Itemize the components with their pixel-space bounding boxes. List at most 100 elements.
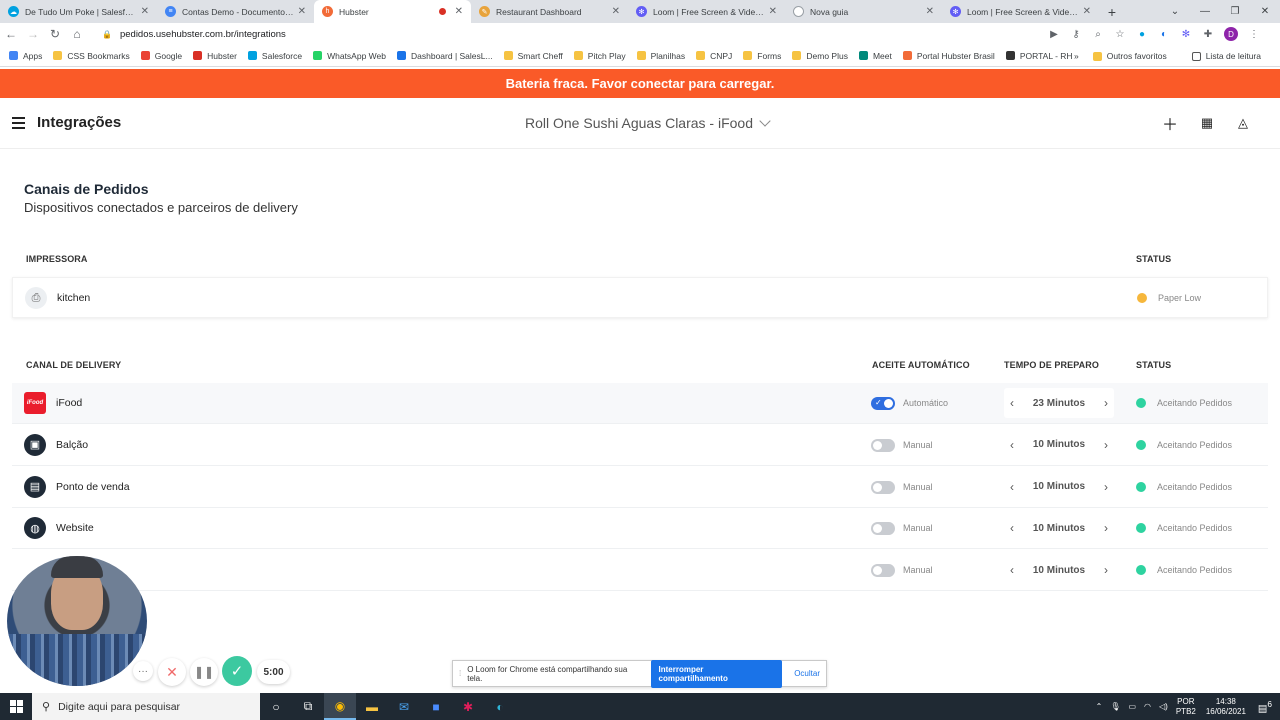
reload-icon[interactable]: ↻ bbox=[44, 27, 66, 41]
chevron-right-icon[interactable]: › bbox=[1104, 563, 1108, 577]
loom-finish-icon[interactable]: ✓ bbox=[222, 656, 252, 686]
close-window-icon[interactable]: ✕ bbox=[1250, 6, 1280, 17]
loom-camera-bubble[interactable] bbox=[7, 556, 147, 686]
loom-ext-icon[interactable]: ✻ bbox=[1180, 29, 1192, 40]
language-indicator[interactable]: POR PTB2 bbox=[1176, 697, 1196, 717]
hide-button[interactable]: Ocultar bbox=[788, 664, 826, 683]
auto-accept-toggle[interactable] bbox=[871, 564, 895, 578]
bookmark-item[interactable]: CNPJ bbox=[696, 51, 732, 61]
tray-expand-icon[interactable]: ⌃ bbox=[1096, 702, 1103, 711]
home-icon[interactable]: ⌂ bbox=[66, 27, 88, 41]
auto-accept-toggle[interactable]: ✓ bbox=[871, 397, 895, 410]
browser-tab[interactable]: h Hubster ✕ bbox=[314, 0, 471, 23]
menu-icon[interactable] bbox=[12, 117, 25, 132]
camera-icon[interactable]: ▶ bbox=[1048, 29, 1060, 40]
chevron-left-icon[interactable]: ‹ bbox=[1010, 396, 1014, 410]
chevron-left-icon[interactable]: ‹ bbox=[1010, 480, 1014, 494]
bookmark-item[interactable]: CSS Bookmarks bbox=[53, 51, 130, 61]
store-icon[interactable]: ▦ bbox=[1194, 110, 1220, 136]
edge-icon[interactable]: ◐ bbox=[484, 693, 516, 720]
chevron-right-icon[interactable]: › bbox=[1104, 396, 1108, 410]
bookmark-item[interactable]: Pitch Play bbox=[573, 51, 626, 61]
browser-tab[interactable]: ✻ Loom | Free Screen & Video Rec ✕ bbox=[942, 0, 1099, 23]
chevron-left-icon[interactable]: ‹ bbox=[1010, 438, 1014, 452]
bookmark-item[interactable]: PORTAL - RH bbox=[1005, 51, 1073, 61]
loom-cancel-icon[interactable]: ✕ bbox=[158, 658, 186, 686]
cloud-ext-icon[interactable]: ◐ bbox=[1158, 29, 1170, 40]
task-view-icon[interactable]: ⧉ bbox=[292, 693, 324, 720]
bookmark-item[interactable]: Dashboard | SalesL... bbox=[397, 51, 493, 61]
printer-row[interactable]: ⎙ kitchen Paper Low bbox=[12, 277, 1268, 318]
drag-handle-icon[interactable]: ⁞ bbox=[459, 669, 461, 678]
salesforce-ext-icon[interactable]: ● bbox=[1136, 29, 1148, 40]
bookmark-item[interactable]: Meet bbox=[858, 51, 892, 61]
store-selector[interactable]: Roll One Sushi Aguas Claras - iFood bbox=[525, 115, 771, 131]
slack-icon[interactable]: ✱ bbox=[452, 693, 484, 720]
stop-sharing-button[interactable]: Interromper compartilhamento bbox=[650, 659, 783, 688]
zoom-icon[interactable]: ⌕ bbox=[1092, 29, 1104, 40]
notification-bell-icon[interactable]: ◬ bbox=[1230, 110, 1256, 136]
loom-more-icon[interactable]: ··· bbox=[133, 661, 153, 681]
minimize-icon[interactable]: — bbox=[1190, 6, 1220, 17]
volume-icon[interactable]: ◁) bbox=[1159, 702, 1168, 711]
star-icon[interactable]: ☆ bbox=[1114, 29, 1126, 40]
bookmark-item[interactable]: Forms bbox=[743, 51, 781, 61]
new-tab-icon[interactable]: + bbox=[1099, 0, 1125, 23]
browser-tab[interactable]: ✎ Restaurant Dashboard ✕ bbox=[471, 0, 628, 23]
profile-avatar[interactable]: D bbox=[1224, 27, 1238, 41]
browser-tab[interactable]: ☁ De Tudo Um Poke | Salesforce ✕ bbox=[0, 0, 157, 23]
chrome-taskbar-icon[interactable]: ◉ bbox=[324, 693, 356, 720]
bookmark-item[interactable]: WhatsApp Web bbox=[313, 51, 386, 61]
close-tab-icon[interactable]: ✕ bbox=[141, 6, 149, 17]
bookmark-item[interactable]: Portal Hubster Brasil bbox=[902, 51, 995, 61]
battery-icon[interactable]: ▭ bbox=[1128, 702, 1136, 711]
close-tab-icon[interactable]: ✕ bbox=[926, 6, 934, 17]
puzzle-icon[interactable]: ✚ bbox=[1202, 29, 1214, 40]
chevron-right-icon[interactable]: › bbox=[1104, 480, 1108, 494]
close-tab-icon[interactable]: ✕ bbox=[298, 6, 306, 17]
browser-tab[interactable]: ≡ Contas Demo - Documentos Go ✕ bbox=[157, 0, 314, 23]
bookmark-item[interactable]: Google bbox=[140, 51, 182, 61]
bookmark-item[interactable]: Demo Plus bbox=[792, 51, 848, 61]
chevron-right-icon[interactable]: › bbox=[1104, 521, 1108, 535]
close-tab-icon[interactable]: ✕ bbox=[769, 6, 777, 17]
wifi-icon[interactable]: ◠ bbox=[1144, 702, 1151, 711]
auto-accept-toggle[interactable] bbox=[871, 480, 895, 494]
auto-accept-toggle[interactable] bbox=[871, 438, 895, 452]
browser-tab[interactable]: ✻ Loom | Free Screen & Video Rec ✕ bbox=[628, 0, 785, 23]
zoom-app-icon[interactable]: ■ bbox=[420, 693, 452, 720]
chevron-left-icon[interactable]: ‹ bbox=[1010, 521, 1014, 535]
delivery-channel-row[interactable]: ▣ Balção Manual ‹ 10 Minutos › Aceitando… bbox=[12, 424, 1268, 466]
loom-pause-icon[interactable]: ❚❚ bbox=[190, 658, 218, 686]
key-icon[interactable]: ⚷ bbox=[1070, 29, 1082, 40]
bookmark-item[interactable]: Smart Cheff bbox=[503, 51, 563, 61]
delivery-channel-row[interactable]: ◍ Website Manual ‹ 10 Minutos › Aceitand… bbox=[12, 508, 1268, 550]
close-tab-icon[interactable]: ✕ bbox=[455, 6, 463, 17]
bookmark-item[interactable]: Apps bbox=[9, 51, 42, 61]
tab-search-icon[interactable]: ⌄ bbox=[1160, 6, 1190, 17]
file-explorer-icon[interactable]: ▬ bbox=[356, 693, 388, 720]
bookmarks-more-icon[interactable]: » bbox=[1074, 51, 1079, 61]
reading-list[interactable]: Lista de leitura bbox=[1191, 51, 1261, 61]
chevron-left-icon[interactable]: ‹ bbox=[1010, 563, 1014, 577]
close-tab-icon[interactable]: ✕ bbox=[612, 6, 620, 17]
bookmark-item[interactable]: Planilhas bbox=[636, 51, 685, 61]
chevron-right-icon[interactable]: › bbox=[1104, 438, 1108, 452]
bookmark-item[interactable]: Hubster bbox=[193, 51, 237, 61]
auto-accept-toggle[interactable] bbox=[871, 522, 895, 536]
microphone-icon[interactable]: 🎙 bbox=[1110, 702, 1120, 711]
delivery-channel-row[interactable]: ▤ Ponto de venda Manual ‹ 10 Minutos › A… bbox=[12, 466, 1268, 508]
back-icon[interactable]: ← bbox=[0, 27, 22, 41]
add-icon[interactable]: ＋ bbox=[1157, 110, 1183, 136]
close-tab-icon[interactable]: ✕ bbox=[1083, 6, 1091, 17]
url-field[interactable]: 🔒 pedidos.usehubster.com.br/integrations bbox=[102, 29, 286, 40]
windows-start-icon[interactable] bbox=[0, 693, 32, 720]
taskbar-clock[interactable]: 14:38 16/06/2021 bbox=[1206, 697, 1246, 717]
cortana-icon[interactable]: ○ bbox=[260, 693, 292, 720]
menu-dots-icon[interactable]: ⋮ bbox=[1248, 29, 1260, 40]
restore-icon[interactable]: ❐ bbox=[1220, 6, 1250, 17]
delivery-channel-row[interactable]: Manual ‹ 10 Minutos › Aceitando Pedidos bbox=[12, 550, 1268, 592]
browser-tab[interactable]: Nova guia ✕ bbox=[785, 0, 942, 23]
mail-icon[interactable]: ✉ bbox=[388, 693, 420, 720]
other-favorites-folder[interactable]: Outros favoritos bbox=[1092, 51, 1167, 61]
